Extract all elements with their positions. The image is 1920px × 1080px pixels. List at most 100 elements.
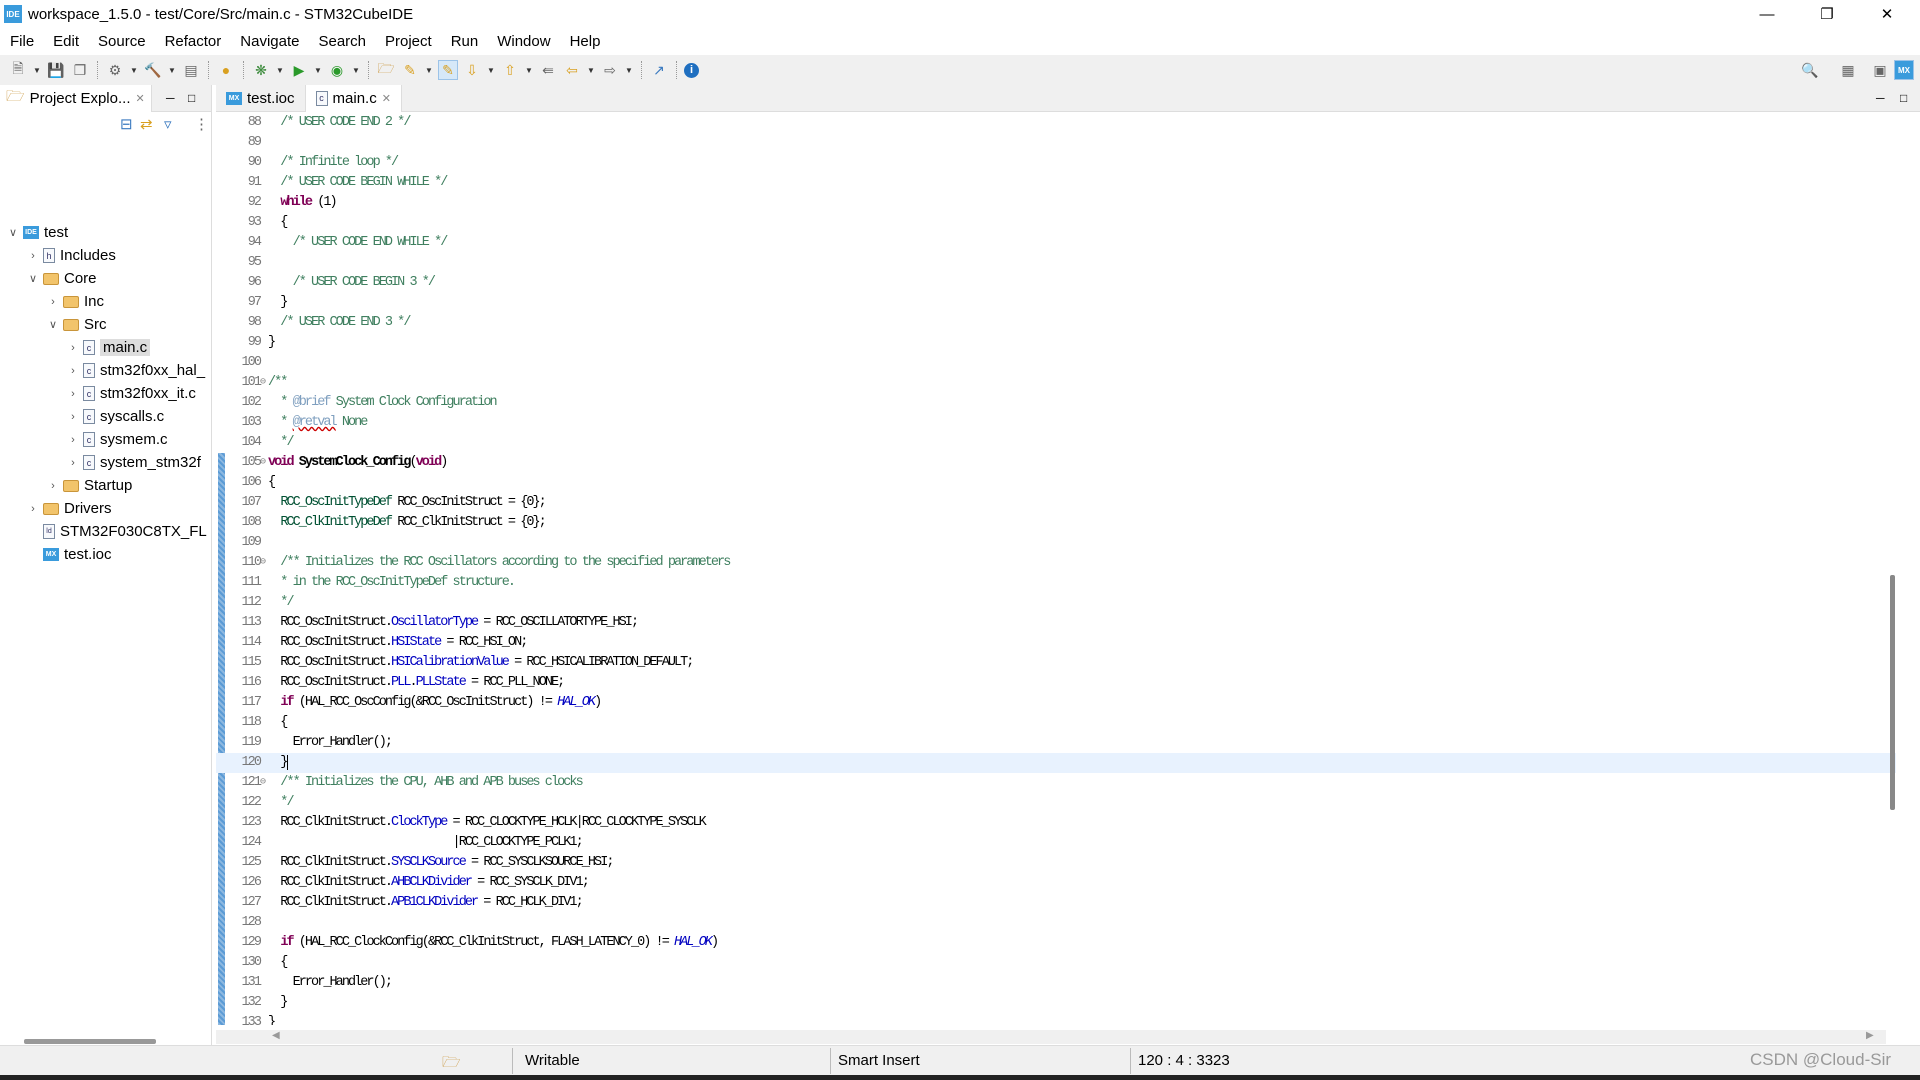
code-line[interactable]: 88 /* USER CODE END 2 */ bbox=[216, 113, 1896, 133]
build-config-icon[interactable]: ⚙ bbox=[105, 60, 125, 80]
back-dropdown[interactable]: ▼ bbox=[586, 60, 596, 80]
code-line[interactable]: 124 |RCC_CLOCKTYPE_PCLK1; bbox=[216, 833, 1896, 853]
code-area[interactable]: 88 /* USER CODE END 2 */ 89 90 /* Infinite… bbox=[216, 113, 1896, 1025]
next-annotation-dropdown[interactable]: ▼ bbox=[486, 60, 496, 80]
code-line[interactable]: 95 bbox=[216, 253, 1896, 273]
tree-item[interactable]: ∨ Src bbox=[46, 313, 107, 336]
search-dropdown[interactable]: ▼ bbox=[424, 60, 434, 80]
tree-item[interactable]: › c sysmem.c bbox=[66, 428, 167, 451]
chevron-right-icon[interactable]: › bbox=[66, 457, 80, 469]
code-line[interactable]: 121 ⊖ /** Initializes the CPU, AHB and AP… bbox=[216, 773, 1896, 793]
menu-edit[interactable]: Edit bbox=[53, 33, 79, 50]
prev-annotation-dropdown[interactable]: ▼ bbox=[524, 60, 534, 80]
tree-item[interactable]: › Drivers bbox=[26, 497, 111, 520]
cc-perspective-icon[interactable]: ▣ bbox=[1870, 60, 1890, 80]
code-line[interactable]: 123 RCC_ClkInitStruct.ClockType = RCC_CL… bbox=[216, 813, 1896, 833]
code-line[interactable]: 126 RCC_ClkInitStruct.AHBCLKDivider = RC… bbox=[216, 873, 1896, 893]
explorer-horizontal-scrollbar[interactable] bbox=[24, 1039, 156, 1044]
restore-button[interactable]: ❐ bbox=[1804, 0, 1850, 28]
tab-test-ioc[interactable]: MX test.ioc bbox=[216, 84, 306, 112]
minimize-button[interactable]: — bbox=[1744, 0, 1790, 28]
minimize-icon[interactable]: ─ bbox=[1876, 91, 1885, 105]
external-tools-dropdown[interactable]: ▼ bbox=[351, 60, 361, 80]
code-line[interactable]: 90 /* Infinite loop */ bbox=[216, 153, 1896, 173]
tree-item[interactable]: ∨ IDE test bbox=[6, 221, 68, 244]
chevron-right-icon[interactable]: › bbox=[66, 411, 80, 423]
fold-toggle-icon[interactable]: ⊖ bbox=[260, 553, 266, 573]
save-icon[interactable]: 💾 bbox=[46, 60, 66, 80]
code-line[interactable]: 115 RCC_OscInitStruct.HSICalibrationValu… bbox=[216, 653, 1896, 673]
chevron-right-icon[interactable]: › bbox=[66, 388, 80, 400]
maximize-icon[interactable]: □ bbox=[1900, 91, 1907, 105]
toggle-mark-occurrences-icon[interactable]: ✎ bbox=[438, 60, 458, 80]
code-line[interactable]: 132 } bbox=[216, 993, 1896, 1013]
save-all-icon[interactable]: ❐ bbox=[70, 60, 90, 80]
code-line[interactable]: 112 */ bbox=[216, 593, 1896, 613]
chevron-right-icon[interactable]: › bbox=[26, 503, 40, 515]
forward-dropdown[interactable]: ▼ bbox=[624, 60, 634, 80]
run-dropdown[interactable]: ▼ bbox=[313, 60, 323, 80]
binary-icon[interactable]: ▤ bbox=[181, 60, 201, 80]
tree-item[interactable]: ∨ Core bbox=[26, 267, 97, 290]
filter-icon[interactable]: ▿ bbox=[164, 115, 172, 133]
forward-icon[interactable]: ⇨ bbox=[600, 60, 620, 80]
scroll-right-icon[interactable]: ▶ bbox=[1866, 1030, 1874, 1041]
code-line[interactable]: 127 RCC_ClkInitStruct.APB1CLKDivider = R… bbox=[216, 893, 1896, 913]
build-dropdown[interactable]: ▼ bbox=[167, 60, 177, 80]
chevron-right-icon[interactable]: › bbox=[26, 250, 40, 262]
tab-main-c[interactable]: c main.c ✕ bbox=[305, 84, 402, 112]
chevron-right-icon[interactable]: › bbox=[66, 365, 80, 377]
code-line[interactable]: 104 */ bbox=[216, 433, 1896, 453]
menu-file[interactable]: File bbox=[10, 33, 34, 50]
code-line[interactable]: 128 bbox=[216, 913, 1896, 933]
debug-bug-icon[interactable]: ❋ bbox=[251, 60, 271, 80]
tree-item[interactable]: MX test.ioc bbox=[26, 543, 112, 566]
code-line[interactable]: 97 } bbox=[216, 293, 1896, 313]
maximize-icon[interactable]: □ bbox=[188, 91, 195, 105]
info-icon[interactable]: i bbox=[684, 62, 699, 78]
code-line[interactable]: 94 /* USER CODE END WHILE */ bbox=[216, 233, 1896, 253]
code-line[interactable]: 131 Error_Handler(); bbox=[216, 973, 1896, 993]
chevron-right-icon[interactable]: › bbox=[46, 480, 60, 492]
status-icon[interactable]: 🗁 bbox=[442, 1052, 461, 1077]
back-icon[interactable]: ⇦ bbox=[562, 60, 582, 80]
new-icon[interactable]: 🗎 bbox=[8, 60, 28, 80]
last-edit-icon[interactable]: ⇚ bbox=[538, 60, 558, 80]
code-line[interactable]: 118 { bbox=[216, 713, 1896, 733]
code-line[interactable]: 113 RCC_OscInitStruct.OscillatorType = R… bbox=[216, 613, 1896, 633]
menu-run[interactable]: Run bbox=[451, 33, 479, 50]
scroll-left-icon[interactable]: ◀ bbox=[272, 1030, 280, 1041]
tree-item[interactable]: › c main.c bbox=[66, 336, 151, 359]
tree-item[interactable]: › Startup bbox=[46, 474, 132, 497]
tree-item[interactable]: › c syscalls.c bbox=[66, 405, 164, 428]
build-hammer-icon[interactable]: 🔨 bbox=[143, 60, 163, 80]
tree-item[interactable]: › c stm32f0xx_hal_ bbox=[66, 359, 205, 382]
code-line[interactable]: 109 bbox=[216, 533, 1896, 553]
code-line[interactable]: 120 } bbox=[216, 753, 1896, 773]
project-explorer-tab[interactable]: 🗁 Project Explo... ✕ bbox=[0, 84, 152, 112]
collapse-all-icon[interactable]: ⊟ bbox=[120, 115, 133, 133]
debug-dropdown[interactable]: ▼ bbox=[275, 60, 285, 80]
menu-refactor[interactable]: Refactor bbox=[165, 33, 222, 50]
code-line[interactable]: 110 ⊖ /** Initializes the RCC Oscillators… bbox=[216, 553, 1896, 573]
code-line[interactable]: 130 { bbox=[216, 953, 1896, 973]
code-line[interactable]: 92 while (1) bbox=[216, 193, 1896, 213]
fold-toggle-icon[interactable]: ⊖ bbox=[260, 453, 266, 473]
code-line[interactable]: 91 /* USER CODE BEGIN WHILE */ bbox=[216, 173, 1896, 193]
code-line[interactable]: 89 bbox=[216, 133, 1896, 153]
link-editor-icon[interactable]: ⇄ bbox=[140, 115, 153, 133]
device-config-icon[interactable]: ● bbox=[216, 60, 236, 80]
run-icon[interactable]: ▶ bbox=[289, 60, 309, 80]
open-perspective-icon[interactable]: ▦ bbox=[1838, 60, 1858, 80]
code-line[interactable]: 101 ⊖/** bbox=[216, 373, 1896, 393]
code-line[interactable]: 133} bbox=[216, 1013, 1896, 1025]
chevron-down-icon[interactable]: ∨ bbox=[46, 318, 60, 331]
tree-item[interactable]: › h Includes bbox=[26, 244, 116, 267]
chevron-down-icon[interactable]: ∨ bbox=[6, 226, 20, 239]
next-annotation-icon[interactable]: ⇩ bbox=[462, 60, 482, 80]
code-line[interactable]: 114 RCC_OscInitStruct.HSIState = RCC_HSI… bbox=[216, 633, 1896, 653]
tree-item[interactable]: › c system_stm32f bbox=[66, 451, 201, 474]
tree-item[interactable]: › c stm32f0xx_it.c bbox=[66, 382, 196, 405]
view-menu-icon[interactable]: ⋮ bbox=[194, 115, 209, 133]
close-button[interactable]: ✕ bbox=[1864, 0, 1910, 28]
